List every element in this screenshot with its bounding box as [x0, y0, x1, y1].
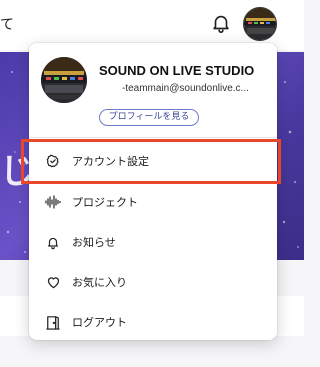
bell-icon[interactable] — [210, 12, 232, 34]
user-email: -teammain@soundonlive.c... — [122, 83, 249, 94]
heart-icon — [45, 274, 61, 290]
avatar[interactable] — [243, 7, 277, 41]
check-circle-icon — [45, 153, 61, 169]
menu-item-label: ログアウト — [72, 316, 127, 329]
waveform-icon — [45, 194, 61, 210]
menu-item-notifications[interactable]: お知らせ — [29, 222, 277, 262]
menu-item-projects[interactable]: プロジェクト — [29, 182, 277, 222]
door-icon — [45, 314, 61, 330]
account-dropdown: SOUND ON LIVE STUDIO -teammain@soundonli… — [29, 43, 277, 340]
view-profile-button[interactable]: プロフィールを見る — [99, 109, 199, 126]
menu-item-label: プロジェクト — [72, 196, 138, 209]
divider — [29, 137, 277, 138]
user-name: SOUND ON LIVE STUDIO — [99, 63, 255, 78]
menu-item-label: お気に入り — [72, 276, 127, 289]
menu-item-label: お知らせ — [72, 236, 116, 249]
bell-icon — [45, 234, 61, 250]
menu-item-logout[interactable]: ログアウト — [29, 302, 277, 342]
menu-item-favorites[interactable]: お気に入り — [29, 262, 277, 302]
menu-item-label: アカウント設定 — [72, 155, 149, 168]
topbar-partial-text: て — [0, 17, 14, 33]
avatar — [41, 57, 87, 103]
menu-item-account-settings[interactable]: アカウント設定 — [29, 141, 277, 181]
